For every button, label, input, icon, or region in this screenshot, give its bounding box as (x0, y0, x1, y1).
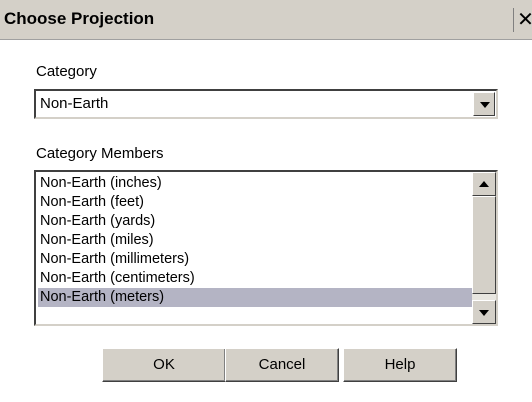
chevron-down-icon (480, 102, 490, 108)
close-button[interactable]: ✕ (513, 8, 532, 32)
close-icon: ✕ (517, 7, 532, 31)
help-button[interactable]: Help (343, 348, 457, 382)
list-item[interactable]: Non-Earth (inches) (38, 174, 472, 193)
scrollbar-thumb[interactable] (472, 196, 496, 294)
list-item[interactable]: Non-Earth (meters) (38, 288, 472, 307)
vertical-scrollbar[interactable] (472, 172, 496, 324)
scroll-down-button[interactable] (472, 300, 496, 324)
list-item[interactable]: Non-Earth (millimeters) (38, 250, 472, 269)
title-bar: Choose Projection ✕ (0, 0, 532, 40)
list-item[interactable]: Non-Earth (miles) (38, 231, 472, 250)
category-members-list[interactable]: Non-Earth (inches) Non-Earth (feet) Non-… (34, 170, 498, 326)
cancel-button[interactable]: Cancel (225, 348, 339, 382)
ok-button[interactable]: OK (102, 348, 226, 382)
choose-projection-dialog: Choose Projection ✕ Category Non-Earth C… (0, 0, 532, 402)
scroll-up-button[interactable] (472, 172, 496, 196)
category-dropdown[interactable]: Non-Earth (34, 89, 498, 119)
list-item[interactable]: Non-Earth (yards) (38, 212, 472, 231)
list-item[interactable]: Non-Earth (feet) (38, 193, 472, 212)
category-members-label: Category Members (36, 145, 164, 162)
scroll-down-arrow-icon (479, 310, 489, 316)
scroll-up-arrow-icon (479, 181, 489, 187)
list-items-container: Non-Earth (inches) Non-Earth (feet) Non-… (38, 174, 472, 307)
dialog-title: Choose Projection (4, 9, 155, 28)
category-label: Category (36, 63, 97, 80)
category-selected-value: Non-Earth (40, 95, 109, 112)
list-item[interactable]: Non-Earth (centimeters) (38, 269, 472, 288)
category-dropdown-button[interactable] (473, 92, 495, 116)
